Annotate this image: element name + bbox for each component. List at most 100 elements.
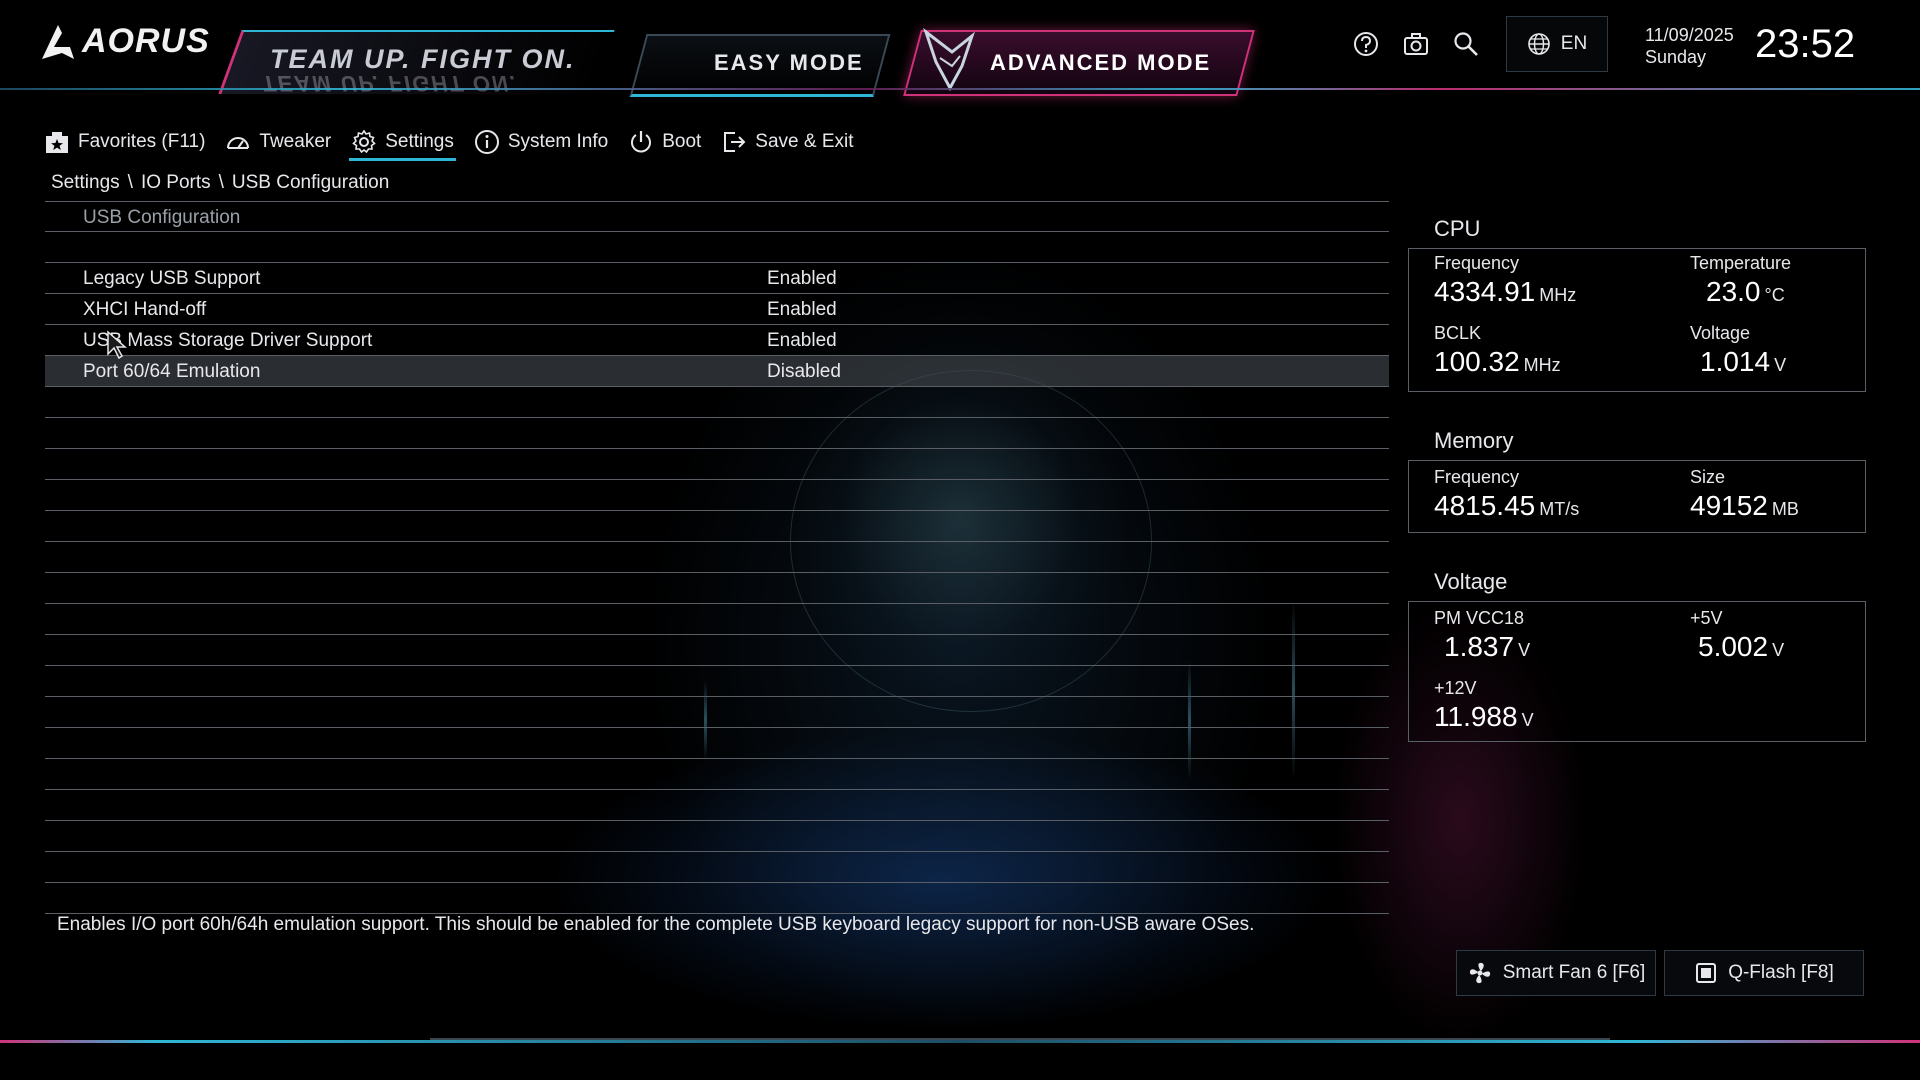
tab-system-info[interactable]: System Info bbox=[472, 126, 610, 158]
setting-label: Port 60/64 Emulation bbox=[83, 361, 261, 382]
cpu-temperature: Temperature 23.0 °C bbox=[1690, 253, 1791, 308]
stat-label: Voltage bbox=[1690, 323, 1751, 343]
list-spacer bbox=[45, 232, 1389, 263]
language-selector[interactable]: EN bbox=[1506, 16, 1608, 72]
tab-settings[interactable]: Settings bbox=[349, 126, 456, 161]
setting-label: Legacy USB Support bbox=[83, 268, 261, 289]
stat-unit: MHz bbox=[1539, 285, 1577, 305]
setting-usb-mass-storage-driver-support[interactable]: USB Mass Storage Driver Support Enabled bbox=[45, 325, 1389, 356]
breadcrumb-io-ports[interactable]: IO Ports bbox=[141, 172, 211, 194]
easy-mode-label[interactable]: EASY MODE bbox=[714, 50, 864, 76]
setting-value[interactable]: Enabled bbox=[767, 330, 837, 352]
empty-row bbox=[45, 697, 1389, 728]
voltage-pm-vcc18: PM VCC18 1.837 V bbox=[1434, 608, 1530, 663]
setting-value[interactable]: Enabled bbox=[767, 299, 837, 321]
stat-label: +12V bbox=[1434, 678, 1477, 698]
stat-label: PM VCC18 bbox=[1434, 608, 1525, 628]
tab-boot[interactable]: Boot bbox=[626, 126, 703, 158]
aorus-logo: AORUS bbox=[40, 22, 210, 61]
stat-label: Frequency bbox=[1434, 467, 1520, 487]
empty-row bbox=[45, 728, 1389, 759]
aorus-falcon-icon bbox=[923, 27, 976, 92]
stat-label: BCLK bbox=[1434, 323, 1482, 343]
breadcrumb-settings[interactable]: Settings bbox=[51, 172, 120, 194]
stat-unit: V bbox=[1772, 640, 1785, 660]
stat-value: 23.0 bbox=[1706, 276, 1761, 307]
screenshot-camera-icon[interactable] bbox=[1402, 30, 1430, 58]
breadcrumb: Settings \ IO Ports \ USB Configuration bbox=[51, 172, 389, 194]
fan-icon bbox=[1469, 962, 1490, 984]
power-icon bbox=[631, 131, 652, 153]
smart-fan-button[interactable]: Smart Fan 6 [F6] bbox=[1456, 950, 1656, 996]
memory-title: Memory bbox=[1434, 428, 1514, 453]
setting-label: XHCI Hand-off bbox=[83, 299, 207, 320]
day-text: Sunday bbox=[1645, 47, 1707, 67]
stat-value: 11.988 bbox=[1434, 701, 1518, 732]
stat-label: Frequency bbox=[1434, 253, 1520, 273]
q-flash-button[interactable]: Q-Flash [F8] bbox=[1664, 950, 1864, 996]
stat-label: +5V bbox=[1690, 608, 1723, 628]
language-label: EN bbox=[1560, 33, 1588, 54]
date-display: 11/09/2025 Sunday bbox=[1645, 24, 1734, 68]
stat-value: 1.837 bbox=[1444, 631, 1515, 662]
empty-row bbox=[45, 542, 1389, 573]
empty-row bbox=[45, 480, 1389, 511]
advanced-mode-label[interactable]: ADVANCED MODE bbox=[990, 50, 1211, 76]
info-icon bbox=[474, 130, 499, 154]
footer-accent-line bbox=[0, 1040, 1920, 1043]
bios-chip-icon bbox=[1696, 963, 1717, 983]
setting-legacy-usb-support[interactable]: Legacy USB Support Enabled bbox=[45, 263, 1389, 294]
cpu-voltage: Voltage 1.014 V bbox=[1690, 323, 1786, 378]
cpu-frequency: Frequency 4334.91 MHz bbox=[1434, 253, 1576, 308]
tab-settings-label: Settings bbox=[385, 131, 454, 152]
setting-value[interactable]: Disabled bbox=[767, 361, 841, 383]
header-accent-line bbox=[0, 88, 1920, 90]
help-description: Enables I/O port 60h/64h emulation suppo… bbox=[57, 914, 1255, 935]
empty-row bbox=[45, 759, 1389, 790]
empty-row bbox=[45, 790, 1389, 821]
empty-row bbox=[45, 511, 1389, 542]
empty-row bbox=[45, 666, 1389, 697]
stat-label: Temperature bbox=[1690, 253, 1792, 273]
memory-panel: Frequency 4815.45 MT/s Size 49152 MB bbox=[1408, 460, 1866, 533]
help-icon[interactable] bbox=[1352, 30, 1380, 58]
tab-tweaker[interactable]: Tweaker bbox=[223, 126, 333, 158]
brand-name: AORUS bbox=[82, 22, 210, 60]
empty-row bbox=[45, 883, 1389, 914]
main-nav: Favorites (F11) Tweaker Settings System … bbox=[42, 126, 856, 161]
exit-icon bbox=[724, 132, 746, 152]
favorites-star-icon bbox=[46, 132, 68, 153]
aorus-eagle-icon bbox=[42, 24, 74, 59]
empty-row bbox=[45, 573, 1389, 604]
stat-label: Size bbox=[1690, 467, 1726, 487]
tab-favorites[interactable]: Favorites (F11) bbox=[42, 126, 207, 158]
gear-icon bbox=[352, 129, 376, 154]
tab-tweaker-label: Tweaker bbox=[259, 131, 332, 152]
q-flash-label: Q-Flash [F8] bbox=[1728, 962, 1834, 983]
empty-row bbox=[45, 449, 1389, 480]
tab-system-info-label: System Info bbox=[507, 131, 609, 152]
setting-xhci-hand-off[interactable]: XHCI Hand-off Enabled bbox=[45, 294, 1389, 325]
settings-list: USB Configuration Legacy USB Support Ena… bbox=[45, 201, 1389, 914]
stat-value: 4334.91 bbox=[1434, 276, 1536, 307]
stat-unit: V bbox=[1774, 355, 1787, 375]
search-icon[interactable] bbox=[1452, 30, 1480, 58]
voltage-12v: +12V 11.988 V bbox=[1434, 678, 1534, 733]
empty-row bbox=[45, 604, 1389, 635]
date-text: 11/09/2025 bbox=[1645, 25, 1734, 45]
stat-value: 49152 bbox=[1690, 490, 1768, 521]
stat-unit: MB bbox=[1771, 499, 1799, 519]
globe-icon bbox=[1527, 33, 1550, 55]
breadcrumb-usb-configuration: USB Configuration bbox=[231, 172, 390, 193]
empty-row bbox=[45, 821, 1389, 852]
setting-value[interactable]: Enabled bbox=[767, 268, 837, 290]
stat-value: 100.32 bbox=[1434, 346, 1520, 377]
setting-port-60-64-emulation[interactable]: Port 60/64 Emulation Disabled bbox=[45, 356, 1389, 387]
voltage-title: Voltage bbox=[1434, 569, 1508, 594]
slogan-reflection: TEAM UP. FIGHT ON. bbox=[262, 71, 518, 96]
breadcrumb-separator: \ bbox=[218, 172, 224, 193]
stat-value: 4815.45 bbox=[1434, 490, 1536, 521]
cpu-title: CPU bbox=[1434, 216, 1481, 241]
tab-save-exit[interactable]: Save & Exit bbox=[719, 126, 855, 158]
tab-save-exit-label: Save & Exit bbox=[755, 131, 854, 152]
